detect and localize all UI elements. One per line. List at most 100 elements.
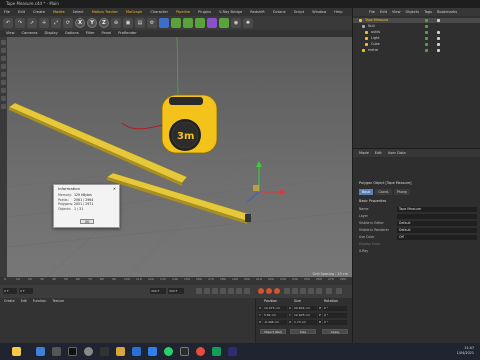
viewport-menu-panel[interactable]: Panel xyxy=(102,30,112,37)
y-axis-lock-icon[interactable]: Y xyxy=(87,18,97,28)
menu-vray[interactable]: V-Ray Bridge xyxy=(219,8,242,16)
objects-menu-edit[interactable]: Edit xyxy=(380,8,387,16)
objects-menu-objects[interactable]: Objects xyxy=(406,8,420,16)
size-mode-dropdown[interactable]: Size xyxy=(290,329,316,334)
next-key-icon[interactable] xyxy=(236,288,242,294)
viewport-menu-display[interactable]: Display xyxy=(45,30,58,37)
cloner-icon[interactable] xyxy=(195,18,205,28)
light-icon[interactable]: ✺ xyxy=(243,18,253,28)
menu-modes[interactable]: Modes xyxy=(53,8,65,16)
menu-window[interactable]: Window xyxy=(312,8,326,16)
spline-pen-icon[interactable] xyxy=(171,18,181,28)
phong-tag-icon[interactable] xyxy=(437,31,440,34)
visibility-check-icon[interactable] xyxy=(425,37,428,40)
tab-basic[interactable]: Basic xyxy=(359,189,374,195)
current-frame-field[interactable]: 0 F xyxy=(19,288,33,294)
menu-character[interactable]: Character xyxy=(150,8,168,16)
menu-file[interactable]: File xyxy=(4,8,10,16)
vscode-icon[interactable] xyxy=(148,347,157,356)
coordinate-system-icon[interactable]: ⊕ xyxy=(111,18,121,28)
x-axis-lock-icon[interactable]: X xyxy=(75,18,85,28)
size-y-field[interactable]: 12.925 cm xyxy=(293,313,317,318)
workplane-icon[interactable] xyxy=(1,104,6,109)
objects-menu-file[interactable]: File xyxy=(369,8,375,16)
x-app-icon[interactable] xyxy=(68,347,77,356)
photoshop-icon[interactable] xyxy=(228,347,237,356)
objects-menu-bookmarks[interactable]: Bookmarks xyxy=(437,8,457,16)
attributes-menu-user-data[interactable]: User Data xyxy=(388,149,406,157)
attributes-menu-edit[interactable]: Edit xyxy=(375,149,382,157)
pla-key-icon[interactable] xyxy=(316,288,322,294)
undo-icon[interactable]: ↶ xyxy=(3,18,13,28)
menu-mograph[interactable]: MoGraph xyxy=(126,8,142,16)
render-settings-icon[interactable]: ⚙ xyxy=(147,18,157,28)
file-explorer-icon[interactable] xyxy=(116,347,125,356)
timeline-ruler[interactable]: 0 10 20 30 40 50 60 70 80 90 100 110 120… xyxy=(0,277,352,285)
cube-icon[interactable] xyxy=(159,18,169,28)
menu-help[interactable]: Help xyxy=(334,8,342,16)
material-menu-edit[interactable]: Edit xyxy=(21,298,27,304)
menu-pipeline[interactable]: Pipeline xyxy=(176,8,190,16)
render-view-icon[interactable]: ▣ xyxy=(123,18,133,28)
position-z-field[interactable]: -6.496 cm xyxy=(263,320,287,325)
tape-measure-case[interactable]: 3m xyxy=(161,94,218,154)
3d-viewport[interactable]: 3m Grid Spacing : 10 cm Information ✕ Me… xyxy=(7,37,352,277)
redo-icon[interactable]: ↷ xyxy=(15,18,25,28)
menu-redshift[interactable]: Redshift xyxy=(250,8,265,16)
rotation-p-field[interactable]: 0 ° xyxy=(323,313,347,318)
rotation-key-icon[interactable] xyxy=(300,288,306,294)
snapping-icon[interactable] xyxy=(1,96,6,101)
position-key-icon[interactable] xyxy=(284,288,290,294)
move-icon[interactable]: ✛ xyxy=(39,18,49,28)
coordinate-mode-dropdown[interactable]: Object (Rel) xyxy=(260,329,286,334)
size-x-field[interactable]: 20.604 cm xyxy=(293,306,317,311)
menu-select[interactable]: Select xyxy=(73,8,84,16)
viewport-menu-options[interactable]: Options xyxy=(65,30,79,37)
play-icon[interactable] xyxy=(220,288,226,294)
axis-mode-icon[interactable] xyxy=(1,88,6,93)
name-field[interactable]: Tape Measure xyxy=(397,207,477,212)
phong-tag-icon[interactable] xyxy=(437,37,440,40)
rotate-icon[interactable]: ⟳ xyxy=(63,18,73,28)
material-menu-function[interactable]: Function xyxy=(33,298,47,304)
menu-edit[interactable]: Edit xyxy=(18,8,25,16)
viewport-menu-prorender[interactable]: ProRender xyxy=(118,30,137,37)
subdivision-icon[interactable] xyxy=(183,18,193,28)
menu-create[interactable]: Create xyxy=(33,8,45,16)
viewport-menu-view[interactable]: View xyxy=(6,30,15,37)
phong-tag-icon[interactable] xyxy=(437,19,440,22)
phong-tag-icon[interactable] xyxy=(437,43,440,46)
display-color-field[interactable] xyxy=(397,242,477,247)
preview-end-field[interactable]: 300 F xyxy=(168,288,184,294)
material-menu-texture[interactable]: Texture xyxy=(52,298,64,304)
menu-script[interactable]: Script xyxy=(294,8,304,16)
make-editable-icon[interactable] xyxy=(1,40,6,45)
objects-menu-tags[interactable]: Tags xyxy=(424,8,432,16)
z-axis-lock-icon[interactable]: Z xyxy=(99,18,109,28)
visibility-check-icon[interactable] xyxy=(425,43,428,46)
visibility-check-icon[interactable] xyxy=(425,31,428,34)
live-select-icon[interactable]: ➚ xyxy=(27,18,37,28)
visible-renderer-dropdown[interactable]: Default xyxy=(397,228,477,233)
next-frame-icon[interactable] xyxy=(228,288,234,294)
polygons-mode-icon[interactable] xyxy=(1,80,6,85)
object-row-light[interactable]: Light xyxy=(353,36,480,41)
terminal-icon[interactable] xyxy=(180,347,189,356)
search-icon[interactable] xyxy=(52,347,61,356)
app-icon[interactable] xyxy=(100,347,109,356)
model-mode-icon[interactable] xyxy=(1,48,6,53)
menu-motion-tracker[interactable]: Motion Tracker xyxy=(92,8,118,16)
texture-mode-icon[interactable] xyxy=(1,56,6,61)
layer-field[interactable] xyxy=(397,214,477,219)
scale-key-icon[interactable] xyxy=(292,288,298,294)
rotation-b-field[interactable]: 0 ° xyxy=(323,320,347,325)
end-frame-field[interactable]: 300 F xyxy=(150,288,166,294)
object-row-tape-measure[interactable]: Tape Measure xyxy=(353,18,480,23)
objects-menu-view[interactable]: View xyxy=(392,8,401,16)
mail-icon[interactable] xyxy=(132,347,141,356)
chrome-icon[interactable] xyxy=(196,347,205,356)
object-row-metre[interactable]: metre xyxy=(353,48,480,53)
apply-button[interactable]: Apply xyxy=(322,329,348,334)
render-picture-viewer-icon[interactable]: ▤ xyxy=(135,18,145,28)
previous-frame-icon[interactable] xyxy=(212,288,218,294)
